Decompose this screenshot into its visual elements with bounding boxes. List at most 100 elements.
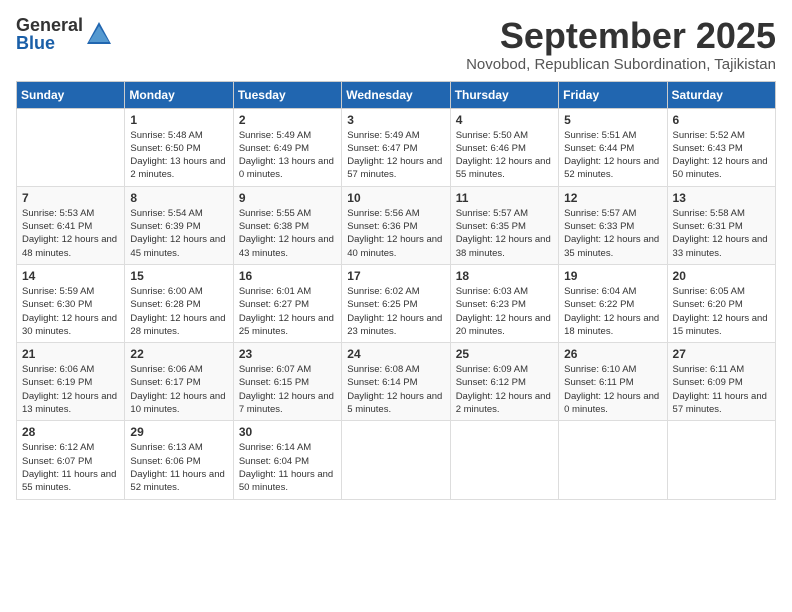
calendar-cell: 11 Sunrise: 5:57 AMSunset: 6:35 PMDaylig… [450,186,558,264]
calendar-cell: 6 Sunrise: 5:52 AMSunset: 6:43 PMDayligh… [667,108,775,186]
day-info: Sunrise: 5:48 AMSunset: 6:50 PMDaylight:… [130,129,227,182]
day-info: Sunrise: 5:56 AMSunset: 6:36 PMDaylight:… [347,207,444,260]
calendar-cell: 13 Sunrise: 5:58 AMSunset: 6:31 PMDaylig… [667,186,775,264]
day-number: 2 [239,113,336,127]
weekday-header: Saturday [667,81,775,108]
weekday-header: Thursday [450,81,558,108]
month-title: September 2025 [466,16,776,56]
calendar-cell: 14 Sunrise: 5:59 AMSunset: 6:30 PMDaylig… [17,264,125,342]
day-number: 15 [130,269,227,283]
weekday-header: Sunday [17,81,125,108]
calendar-cell [559,421,667,499]
day-info: Sunrise: 5:52 AMSunset: 6:43 PMDaylight:… [673,129,770,182]
day-info: Sunrise: 6:12 AMSunset: 6:07 PMDaylight:… [22,441,119,494]
weekday-header: Monday [125,81,233,108]
day-info: Sunrise: 6:09 AMSunset: 6:12 PMDaylight:… [456,363,553,416]
calendar-cell: 29 Sunrise: 6:13 AMSunset: 6:06 PMDaylig… [125,421,233,499]
day-number: 24 [347,347,444,361]
day-info: Sunrise: 5:49 AMSunset: 6:47 PMDaylight:… [347,129,444,182]
calendar-cell: 10 Sunrise: 5:56 AMSunset: 6:36 PMDaylig… [342,186,450,264]
day-number: 20 [673,269,770,283]
day-number: 16 [239,269,336,283]
calendar-cell: 2 Sunrise: 5:49 AMSunset: 6:49 PMDayligh… [233,108,341,186]
calendar-cell: 28 Sunrise: 6:12 AMSunset: 6:07 PMDaylig… [17,421,125,499]
day-info: Sunrise: 6:02 AMSunset: 6:25 PMDaylight:… [347,285,444,338]
logo-blue: Blue [16,33,55,53]
calendar-cell: 4 Sunrise: 5:50 AMSunset: 6:46 PMDayligh… [450,108,558,186]
day-info: Sunrise: 6:06 AMSunset: 6:17 PMDaylight:… [130,363,227,416]
calendar-table: SundayMondayTuesdayWednesdayThursdayFrid… [16,81,776,500]
day-number: 13 [673,191,770,205]
day-number: 22 [130,347,227,361]
calendar-cell [450,421,558,499]
day-number: 8 [130,191,227,205]
day-info: Sunrise: 5:53 AMSunset: 6:41 PMDaylight:… [22,207,119,260]
header-row: SundayMondayTuesdayWednesdayThursdayFrid… [17,81,776,108]
calendar-row: 1 Sunrise: 5:48 AMSunset: 6:50 PMDayligh… [17,108,776,186]
day-info: Sunrise: 5:55 AMSunset: 6:38 PMDaylight:… [239,207,336,260]
day-info: Sunrise: 6:14 AMSunset: 6:04 PMDaylight:… [239,441,336,494]
day-number: 4 [456,113,553,127]
calendar-cell: 7 Sunrise: 5:53 AMSunset: 6:41 PMDayligh… [17,186,125,264]
day-number: 18 [456,269,553,283]
day-info: Sunrise: 6:13 AMSunset: 6:06 PMDaylight:… [130,441,227,494]
day-info: Sunrise: 5:54 AMSunset: 6:39 PMDaylight:… [130,207,227,260]
day-number: 29 [130,425,227,439]
calendar-cell: 27 Sunrise: 6:11 AMSunset: 6:09 PMDaylig… [667,343,775,421]
calendar-cell: 8 Sunrise: 5:54 AMSunset: 6:39 PMDayligh… [125,186,233,264]
calendar-cell: 26 Sunrise: 6:10 AMSunset: 6:11 PMDaylig… [559,343,667,421]
day-info: Sunrise: 5:57 AMSunset: 6:33 PMDaylight:… [564,207,661,260]
calendar-cell [17,108,125,186]
day-info: Sunrise: 6:00 AMSunset: 6:28 PMDaylight:… [130,285,227,338]
weekday-header: Wednesday [342,81,450,108]
day-info: Sunrise: 6:01 AMSunset: 6:27 PMDaylight:… [239,285,336,338]
day-number: 9 [239,191,336,205]
logo-icon [85,20,113,48]
day-number: 28 [22,425,119,439]
day-info: Sunrise: 6:10 AMSunset: 6:11 PMDaylight:… [564,363,661,416]
calendar-cell: 22 Sunrise: 6:06 AMSunset: 6:17 PMDaylig… [125,343,233,421]
day-number: 23 [239,347,336,361]
day-number: 5 [564,113,661,127]
day-info: Sunrise: 5:58 AMSunset: 6:31 PMDaylight:… [673,207,770,260]
calendar-row: 7 Sunrise: 5:53 AMSunset: 6:41 PMDayligh… [17,186,776,264]
day-info: Sunrise: 6:03 AMSunset: 6:23 PMDaylight:… [456,285,553,338]
day-info: Sunrise: 5:49 AMSunset: 6:49 PMDaylight:… [239,129,336,182]
day-number: 1 [130,113,227,127]
calendar-cell: 12 Sunrise: 5:57 AMSunset: 6:33 PMDaylig… [559,186,667,264]
day-number: 25 [456,347,553,361]
logo: General Blue [16,16,113,52]
day-number: 6 [673,113,770,127]
calendar-cell: 15 Sunrise: 6:00 AMSunset: 6:28 PMDaylig… [125,264,233,342]
calendar-cell: 24 Sunrise: 6:08 AMSunset: 6:14 PMDaylig… [342,343,450,421]
logo-general: General [16,15,83,35]
calendar-cell: 17 Sunrise: 6:02 AMSunset: 6:25 PMDaylig… [342,264,450,342]
day-number: 14 [22,269,119,283]
day-number: 10 [347,191,444,205]
day-number: 26 [564,347,661,361]
calendar-cell: 1 Sunrise: 5:48 AMSunset: 6:50 PMDayligh… [125,108,233,186]
calendar-cell: 9 Sunrise: 5:55 AMSunset: 6:38 PMDayligh… [233,186,341,264]
location: Novobod, Republican Subordination, Tajik… [466,56,776,73]
day-info: Sunrise: 6:04 AMSunset: 6:22 PMDaylight:… [564,285,661,338]
calendar-row: 28 Sunrise: 6:12 AMSunset: 6:07 PMDaylig… [17,421,776,499]
calendar-cell [342,421,450,499]
calendar-cell: 20 Sunrise: 6:05 AMSunset: 6:20 PMDaylig… [667,264,775,342]
day-number: 11 [456,191,553,205]
calendar-cell: 21 Sunrise: 6:06 AMSunset: 6:19 PMDaylig… [17,343,125,421]
calendar-cell: 23 Sunrise: 6:07 AMSunset: 6:15 PMDaylig… [233,343,341,421]
calendar-cell: 25 Sunrise: 6:09 AMSunset: 6:12 PMDaylig… [450,343,558,421]
calendar-cell: 5 Sunrise: 5:51 AMSunset: 6:44 PMDayligh… [559,108,667,186]
day-info: Sunrise: 5:50 AMSunset: 6:46 PMDaylight:… [456,129,553,182]
day-info: Sunrise: 5:59 AMSunset: 6:30 PMDaylight:… [22,285,119,338]
day-number: 30 [239,425,336,439]
day-number: 21 [22,347,119,361]
day-info: Sunrise: 6:06 AMSunset: 6:19 PMDaylight:… [22,363,119,416]
calendar-row: 14 Sunrise: 5:59 AMSunset: 6:30 PMDaylig… [17,264,776,342]
calendar-cell: 30 Sunrise: 6:14 AMSunset: 6:04 PMDaylig… [233,421,341,499]
day-number: 3 [347,113,444,127]
calendar-cell: 18 Sunrise: 6:03 AMSunset: 6:23 PMDaylig… [450,264,558,342]
calendar-cell: 16 Sunrise: 6:01 AMSunset: 6:27 PMDaylig… [233,264,341,342]
calendar-cell: 3 Sunrise: 5:49 AMSunset: 6:47 PMDayligh… [342,108,450,186]
calendar-row: 21 Sunrise: 6:06 AMSunset: 6:19 PMDaylig… [17,343,776,421]
